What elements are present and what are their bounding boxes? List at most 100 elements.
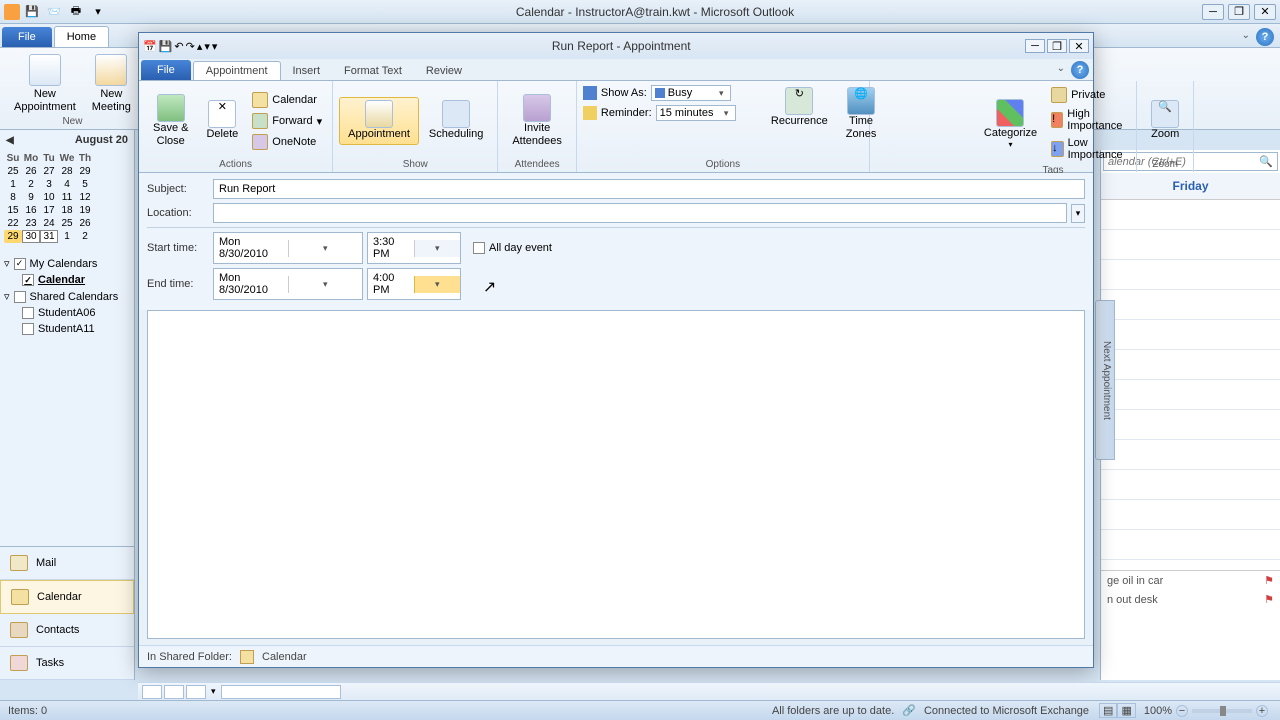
appointment-form: Subject: Location: ▾ Start time: Mon 8/3… bbox=[139, 173, 1093, 310]
new-appointment-button[interactable]: New Appointment bbox=[8, 52, 82, 116]
dlg-review-tab[interactable]: Review bbox=[414, 62, 474, 80]
day-grid[interactable] bbox=[1101, 200, 1280, 570]
main-titlebar: 💾 📨 🖶 ▾ Calendar - InstructorA@train.kwt… bbox=[0, 0, 1280, 24]
location-input[interactable] bbox=[213, 203, 1067, 223]
low-importance-button[interactable]: ↓Low Importance bbox=[1047, 135, 1130, 163]
ribbon-collapse-icon[interactable]: ⌄ bbox=[1242, 30, 1250, 41]
flag-icon[interactable]: ⚑ bbox=[1264, 593, 1274, 606]
zoom-slider[interactable] bbox=[1192, 709, 1252, 713]
sendreceive-icon[interactable]: 📨 bbox=[44, 3, 64, 21]
close-button[interactable]: ✕ bbox=[1254, 4, 1276, 20]
flag-icon[interactable]: ⚑ bbox=[1264, 574, 1274, 587]
prev-month-icon[interactable]: ◀ bbox=[6, 135, 14, 146]
studenta06-item[interactable]: StudentA06 bbox=[4, 305, 130, 321]
appointment-view-button[interactable]: Appointment bbox=[339, 97, 419, 144]
nav-calendar[interactable]: Calendar bbox=[0, 580, 134, 614]
dialog-statusbar: In Shared Folder: Calendar bbox=[139, 645, 1093, 667]
calendar-button[interactable]: Calendar bbox=[248, 90, 326, 110]
dlg-minimize-button[interactable]: ─ bbox=[1025, 39, 1045, 53]
dlg-close-button[interactable]: ✕ bbox=[1069, 39, 1089, 53]
start-date-field[interactable]: Mon 8/30/2010▾ bbox=[213, 232, 363, 264]
save-icon[interactable]: 💾 bbox=[22, 3, 42, 21]
minimize-button[interactable]: ─ bbox=[1202, 4, 1224, 20]
tb-icon[interactable] bbox=[164, 685, 184, 699]
view-reading-icon[interactable]: ▦ bbox=[1117, 703, 1135, 718]
checkbox[interactable] bbox=[22, 307, 34, 319]
onenote-button[interactable]: OneNote bbox=[248, 132, 326, 152]
subject-input[interactable] bbox=[213, 179, 1085, 199]
tb-icon[interactable] bbox=[186, 685, 206, 699]
location-dropdown-icon[interactable]: ▾ bbox=[1071, 204, 1085, 223]
invite-attendees-button[interactable]: Invite Attendees bbox=[504, 92, 570, 150]
zoom-in-icon[interactable]: + bbox=[1256, 705, 1268, 717]
checkbox[interactable]: ✓ bbox=[14, 258, 26, 270]
dlg-insert-tab[interactable]: Insert bbox=[281, 62, 333, 80]
checkbox[interactable] bbox=[22, 323, 34, 335]
showas-combo[interactable]: Busy▾ bbox=[651, 85, 731, 101]
chevron-down-icon[interactable]: ▾ bbox=[716, 88, 727, 99]
end-date-field[interactable]: Mon 8/30/2010▾ bbox=[213, 268, 363, 300]
start-time-field[interactable]: 3:30 PM▾ bbox=[367, 232, 461, 264]
chevron-down-icon[interactable]: ▾ bbox=[208, 686, 219, 697]
reminder-combo[interactable]: 15 minutes▾ bbox=[656, 105, 736, 121]
redo-icon[interactable]: ↷ bbox=[186, 40, 195, 53]
ribbon-collapse-icon[interactable]: ⌄ bbox=[1057, 63, 1065, 74]
chevron-down-icon[interactable]: ▾ bbox=[288, 276, 363, 293]
print-icon[interactable]: 🖶 bbox=[66, 3, 86, 21]
scheduling-button[interactable]: Scheduling bbox=[421, 98, 491, 143]
dlg-appointment-tab[interactable]: Appointment bbox=[193, 61, 281, 80]
calendar-item[interactable]: ✓ Calendar bbox=[4, 272, 130, 288]
forward-button[interactable]: Forward▾ bbox=[248, 111, 326, 131]
delete-button[interactable]: ✕Delete bbox=[198, 98, 246, 143]
chevron-down-icon[interactable]: ▾ bbox=[414, 240, 461, 257]
chevron-down-icon[interactable]: ▾ bbox=[414, 276, 461, 293]
all-day-checkbox[interactable]: All day event bbox=[473, 242, 552, 254]
mini-calendar[interactable]: SuMoTuWeTh 2526272829 12345 89101112 151… bbox=[0, 150, 134, 245]
dlg-file-tab[interactable]: File bbox=[141, 60, 191, 80]
outlook-icon[interactable] bbox=[4, 4, 20, 20]
nav-tasks[interactable]: Tasks bbox=[0, 647, 134, 680]
quick-input[interactable] bbox=[221, 685, 341, 699]
private-button[interactable]: Private bbox=[1047, 85, 1130, 105]
prev-icon[interactable]: ▴ bbox=[197, 40, 203, 53]
help-icon[interactable]: ? bbox=[1071, 61, 1089, 79]
checkbox[interactable] bbox=[473, 242, 485, 254]
maximize-button[interactable]: ❐ bbox=[1228, 4, 1250, 20]
shared-calendars-header[interactable]: ▿ Shared Calendars bbox=[4, 288, 130, 305]
search-icon[interactable]: 🔍 bbox=[1259, 155, 1273, 168]
save-icon[interactable]: 💾 bbox=[159, 40, 173, 53]
dlg-maximize-button[interactable]: ❐ bbox=[1047, 39, 1067, 53]
high-importance-button[interactable]: !High Importance bbox=[1047, 106, 1130, 134]
help-icon[interactable]: ? bbox=[1256, 28, 1274, 46]
undo-icon[interactable]: ↶ bbox=[174, 40, 183, 53]
studenta11-item[interactable]: StudentA11 bbox=[4, 321, 130, 337]
task-row[interactable]: ge oil in car⚑ bbox=[1101, 571, 1280, 590]
next-icon[interactable]: ▾ bbox=[204, 40, 210, 53]
recurrence-button[interactable]: ↻Recurrence bbox=[763, 85, 836, 143]
task-row[interactable]: n out desk⚑ bbox=[1101, 590, 1280, 609]
zoom-out-icon[interactable]: − bbox=[1176, 705, 1188, 717]
new-meeting-button[interactable]: New Meeting bbox=[86, 52, 137, 116]
appointment-body[interactable] bbox=[147, 310, 1085, 639]
chevron-down-icon[interactable]: ▾ bbox=[721, 108, 732, 119]
categorize-button[interactable]: Categorize▾ bbox=[976, 97, 1045, 152]
time-zones-button[interactable]: 🌐Time Zones bbox=[838, 85, 885, 143]
end-time-field[interactable]: 4:00 PM▾ bbox=[367, 268, 461, 300]
checkbox[interactable]: ✓ bbox=[22, 274, 34, 286]
file-tab[interactable]: File bbox=[2, 27, 52, 47]
nav-mail[interactable]: Mail bbox=[0, 547, 134, 580]
home-tab[interactable]: Home bbox=[54, 26, 109, 47]
checkbox[interactable] bbox=[14, 291, 26, 303]
save-close-button[interactable]: Save & Close bbox=[145, 92, 196, 150]
meeting-icon bbox=[95, 54, 127, 86]
calendar-icon[interactable]: 📅 bbox=[143, 40, 157, 53]
tb-icon[interactable] bbox=[142, 685, 162, 699]
chevron-down-icon[interactable]: ▾ bbox=[288, 240, 363, 257]
dlg-formattext-tab[interactable]: Format Text bbox=[332, 62, 414, 80]
nav-contacts[interactable]: Contacts bbox=[0, 614, 134, 647]
next-appointment-tab[interactable]: Next Appointment bbox=[1095, 300, 1115, 460]
qat-more-icon[interactable]: ▾ bbox=[88, 3, 108, 21]
view-normal-icon[interactable]: ▤ bbox=[1099, 703, 1117, 718]
my-calendars-header[interactable]: ▿ ✓ My Calendars bbox=[4, 255, 130, 272]
zoom-button[interactable]: 🔍Zoom bbox=[1143, 98, 1187, 143]
